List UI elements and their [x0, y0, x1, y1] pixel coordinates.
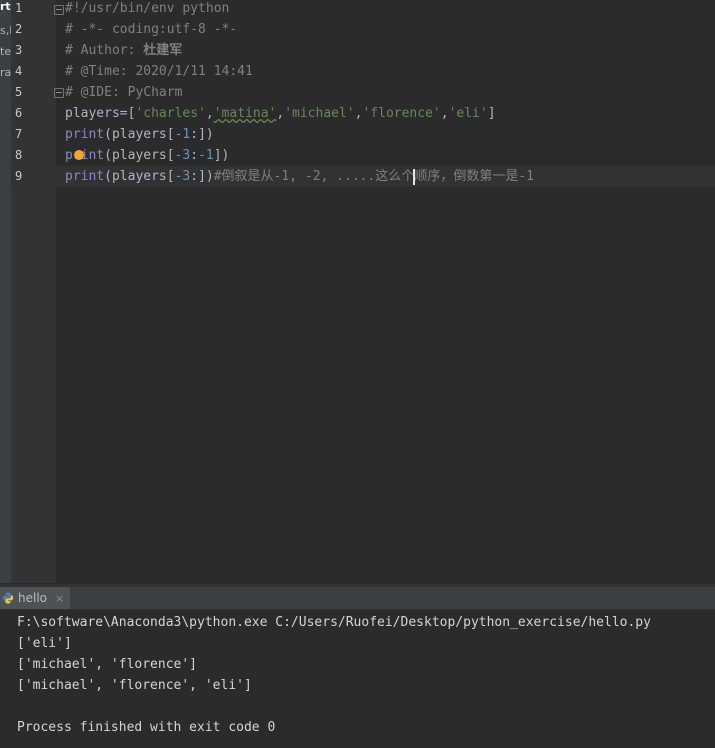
comma: ,	[205, 106, 214, 121]
code-punct: :	[190, 169, 199, 184]
operator: =	[119, 106, 128, 121]
string-literal: 'charles'	[135, 106, 206, 121]
run-console[interactable]: F:\software\Anaconda3\python.exe C:/User…	[0, 610, 715, 748]
console-line: ['michael', 'florence', 'eli']	[17, 678, 252, 693]
code-line[interactable]: players=['charles','matina','michael','f…	[56, 103, 715, 124]
code-line[interactable]: # @Time: 2020/1/11 14:41	[56, 61, 715, 82]
tree-fragment[interactable]: ra	[0, 66, 11, 79]
gutter-line: 8	[11, 145, 56, 166]
code-punct: ])	[198, 127, 214, 142]
bracket: ]	[487, 106, 496, 121]
gutter-line: 2	[11, 19, 56, 40]
gutter-line-current: 9	[11, 166, 56, 187]
code-editor[interactable]: #!/usr/bin/env python # -*- coding:utf-8…	[56, 0, 715, 583]
code-punct: :	[190, 148, 199, 163]
number-literal: -1	[198, 148, 214, 163]
builtin-function: print	[65, 169, 105, 184]
code-text: # -*- coding:utf-8 -*-	[65, 22, 238, 37]
code-text: #!/usr/bin/env python	[65, 1, 230, 16]
code-text: print(players[-3:-1])	[65, 145, 229, 166]
console-line: ['eli']	[17, 636, 72, 651]
run-tab[interactable]: hello ×	[0, 587, 71, 609]
line-number: 5	[15, 85, 23, 99]
line-number: 6	[15, 106, 23, 120]
console-line: Process finished with exit code 0	[17, 720, 276, 735]
gutter-line: 6	[11, 103, 56, 124]
code-punct: ])	[198, 169, 214, 184]
console-line: ['michael', 'florence']	[17, 657, 198, 672]
string-literal: 'matina'	[213, 106, 277, 121]
code-line[interactable]: print(players[-1:])	[56, 124, 715, 145]
line-number: 7	[15, 127, 23, 141]
code-line[interactable]: # -*- coding:utf-8 -*-	[56, 19, 715, 40]
run-tab-label: hello	[18, 591, 47, 605]
gutter-line: 3	[11, 40, 56, 61]
line-number: 1	[15, 1, 23, 15]
string-literal: 'florence'	[362, 106, 441, 121]
comma: ,	[440, 106, 449, 121]
code-punct: (players[	[104, 169, 175, 184]
line-number: 8	[15, 148, 23, 162]
code-text: print(players[-1:])	[65, 124, 214, 145]
line-number: 4	[15, 64, 23, 78]
tree-fragment[interactable]: rtl	[0, 0, 11, 13]
line-number: 2	[15, 22, 23, 36]
inline-comment: #倒叙是从-1, -2, .....这么个	[213, 169, 415, 184]
code-text: # Author: 杜建军	[65, 40, 182, 61]
line-number-gutter[interactable]: 1 2 3 4 5 6 7 8 9	[11, 0, 64, 583]
code-text: # @Time: 2020/1/11 14:41	[65, 64, 253, 79]
gutter-line: 5	[11, 82, 56, 103]
builtin-function: print	[65, 127, 105, 142]
code-punct: ])	[213, 148, 230, 163]
inline-comment: 顺序，倒数第一是-1	[414, 169, 534, 184]
builtin-function: print	[65, 148, 105, 163]
tree-fragment[interactable]: s,h	[0, 24, 11, 37]
gutter-line: 4	[11, 61, 56, 82]
code-line[interactable]: # @IDE: PyCharm	[56, 82, 715, 103]
code-line-current[interactable]: print(players[-3:])#倒叙是从-1, -2, .....这么个…	[56, 166, 715, 187]
number-literal: -3	[174, 169, 191, 184]
identifier: players	[65, 106, 120, 121]
code-text: # @IDE: PyCharm	[65, 85, 183, 100]
gutter-line: 1	[11, 0, 56, 19]
number-literal: -3	[174, 148, 191, 163]
project-tree-strip[interactable]: rtl s,h te ra	[0, 0, 11, 583]
run-tab-bar: hello ×	[0, 587, 715, 610]
code-text: players=['charles','matina','michael','f…	[65, 103, 496, 124]
code-line[interactable]: #!/usr/bin/env python	[56, 0, 715, 19]
string-literal: 'eli'	[448, 106, 488, 121]
code-line[interactable]: # Author: 杜建军	[56, 40, 715, 61]
comment-prefix: # Author:	[65, 43, 144, 58]
python-icon	[2, 592, 14, 604]
gutter-line: 7	[11, 124, 56, 145]
string-literal: 'michael'	[284, 106, 355, 121]
code-line[interactable]: print(players[-3:-1])	[56, 145, 715, 166]
line-number: 9	[15, 169, 23, 183]
code-text: print(players[-3:])#倒叙是从-1, -2, .....这么个…	[65, 166, 534, 187]
line-number: 3	[15, 43, 23, 57]
code-punct: (players[	[104, 148, 175, 163]
code-punct: :	[190, 127, 199, 142]
tree-fragment[interactable]: te	[0, 45, 11, 58]
code-punct: (players[	[104, 127, 175, 142]
intention-bulb-icon[interactable]	[74, 150, 84, 160]
console-line: F:\software\Anaconda3\python.exe C:/User…	[17, 615, 651, 630]
number-literal: -1	[174, 127, 191, 142]
comma: ,	[276, 106, 285, 121]
close-icon[interactable]: ×	[55, 592, 64, 605]
author-name: 杜建军	[143, 43, 183, 58]
